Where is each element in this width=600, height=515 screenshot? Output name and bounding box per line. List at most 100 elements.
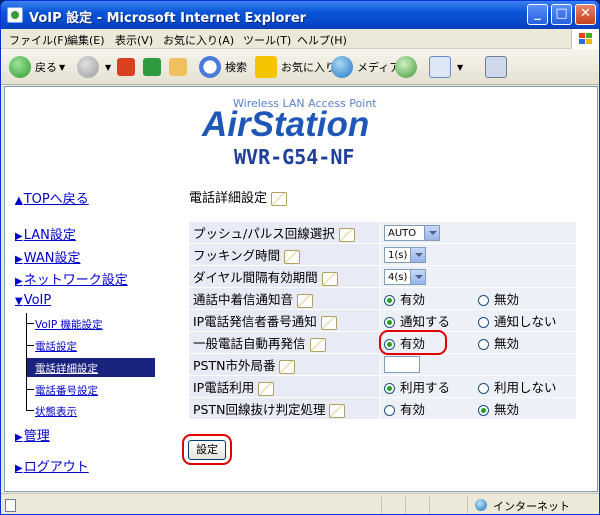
menu-file[interactable]: ファイル(F) xyxy=(9,32,68,48)
radio-button[interactable] xyxy=(384,405,395,416)
radio-option[interactable]: 無効 xyxy=(478,333,572,352)
row-label-text: ダイヤル間隔有効期間 xyxy=(193,270,318,285)
radio-option[interactable]: 有効 xyxy=(384,399,478,418)
close-button[interactable]: ✕ xyxy=(575,4,596,25)
help-icon[interactable] xyxy=(297,293,314,308)
subnav-item-phone-detail[interactable]: 電話詳細設定 xyxy=(27,358,155,377)
search-button[interactable]: 検索 xyxy=(199,53,247,81)
favorites-label: お気に入り xyxy=(281,61,336,74)
radio-button[interactable] xyxy=(478,383,489,394)
radio-option[interactable]: 通知する xyxy=(384,311,478,330)
menu-edit[interactable]: 編集(E) xyxy=(67,32,105,48)
nav-wan[interactable]: ▶WAN設定 xyxy=(15,247,80,266)
star-icon xyxy=(255,56,277,78)
help-icon[interactable] xyxy=(258,381,275,396)
row-label-text: IP電話発信者番号通知 xyxy=(193,314,317,329)
subnav-item-phone[interactable]: 電話設定 xyxy=(27,337,155,355)
favorites-button[interactable]: お気に入り xyxy=(255,53,336,81)
radio-button[interactable] xyxy=(384,383,395,394)
chevron-down-icon xyxy=(410,270,425,285)
row-label-text: IP電話利用 xyxy=(193,380,255,395)
media-label: メディア xyxy=(357,61,401,74)
area-code-input[interactable] xyxy=(384,356,420,373)
page-title-text: 電話詳細設定 xyxy=(189,191,268,206)
help-icon[interactable] xyxy=(271,191,288,206)
radio-option[interactable]: 利用しない xyxy=(478,380,557,395)
radio-label: 無効 xyxy=(494,336,520,351)
radio-option[interactable]: 有効 xyxy=(384,289,478,308)
nav-logout[interactable]: ▶ログアウト xyxy=(15,456,89,475)
dial-type-select[interactable]: AUTO xyxy=(384,225,440,242)
minimize-button[interactable]: _ xyxy=(527,4,548,25)
table-row: PSTN市外局番 xyxy=(189,354,576,375)
subnav-item-label: VoIP 機能設定 xyxy=(35,319,103,331)
radio-button[interactable] xyxy=(384,295,395,306)
radio-option[interactable]: 無効 xyxy=(478,399,572,418)
model-name: WVR-G54-NF xyxy=(234,145,355,169)
nav-top[interactable]: ▲TOPへ戻る xyxy=(15,188,89,207)
radio-button[interactable] xyxy=(478,295,489,306)
mail-dropdown-icon[interactable]: ▼ xyxy=(457,63,463,72)
page-icon xyxy=(5,499,16,512)
table-row: プッシュ/パルス回線選択 AUTO xyxy=(189,222,576,243)
radio-label: 有効 xyxy=(400,292,426,307)
nav-admin[interactable]: ▶管理 xyxy=(15,425,50,444)
stop-button[interactable] xyxy=(117,53,139,81)
help-icon[interactable] xyxy=(329,403,346,418)
back-dropdown-icon[interactable]: ▼ xyxy=(59,63,65,72)
row-value: 利用する 利用しない xyxy=(380,376,576,397)
radio-option[interactable]: 無効 xyxy=(478,289,572,308)
radio-label: 通知する xyxy=(400,314,451,329)
menu-view[interactable]: 表示(V) xyxy=(115,32,153,48)
history-button[interactable] xyxy=(395,53,421,81)
menu-favorites[interactable]: お気に入り(A) xyxy=(163,32,234,48)
dial-interval-select[interactable]: 4(s) xyxy=(384,269,426,286)
radio-button[interactable] xyxy=(478,317,489,328)
highlight-marker xyxy=(182,434,232,465)
radio-label: 無効 xyxy=(494,402,520,417)
radio-button[interactable] xyxy=(384,317,395,328)
maximize-button[interactable]: □ xyxy=(551,4,572,25)
print-button[interactable] xyxy=(485,53,511,81)
radio-label: 有効 xyxy=(400,402,426,417)
mail-button[interactable]: ▼ xyxy=(429,53,463,81)
subnav-item-status[interactable]: 状態表示 xyxy=(27,402,155,420)
help-icon[interactable] xyxy=(321,271,338,286)
back-arrow-icon xyxy=(9,56,31,78)
menu-tools[interactable]: ツール(T) xyxy=(243,32,291,48)
home-button[interactable] xyxy=(169,53,191,81)
row-label: IP電話発信者番号通知 xyxy=(189,310,379,331)
help-icon[interactable] xyxy=(279,359,296,374)
back-button[interactable]: 戻る ▼ xyxy=(9,53,65,81)
row-label: PSTN市外局番 xyxy=(189,354,379,375)
refresh-button[interactable] xyxy=(143,53,165,81)
row-label: 一般電話自動再発信 xyxy=(189,332,379,353)
nav-voip[interactable]: ▼VoIP xyxy=(15,293,51,308)
search-label: 検索 xyxy=(225,61,247,74)
help-icon[interactable] xyxy=(309,337,326,352)
select-value: 1(s) xyxy=(388,249,408,261)
subnav-item-phone-number[interactable]: 電話番号設定 xyxy=(27,381,155,399)
media-button[interactable]: メディア xyxy=(331,53,400,81)
radio-button[interactable] xyxy=(478,339,489,350)
nav-lan[interactable]: ▶LAN設定 xyxy=(15,224,76,243)
help-icon[interactable] xyxy=(284,249,301,264)
forward-button[interactable]: ▼ xyxy=(77,53,111,81)
help-icon[interactable] xyxy=(338,227,355,242)
radio-option[interactable]: 通知しない xyxy=(478,314,557,329)
status-divider xyxy=(405,497,406,513)
radio-button[interactable] xyxy=(478,405,489,416)
row-label-text: 一般電話自動再発信 xyxy=(193,336,306,351)
menu-help[interactable]: ヘルプ(H) xyxy=(297,32,347,48)
row-label: 通話中着信通知音 xyxy=(189,288,379,309)
help-icon[interactable] xyxy=(320,315,337,330)
subnav-item-voip-function[interactable]: VoIP 機能設定 xyxy=(27,315,155,333)
nav-network[interactable]: ▶ネットワーク設定 xyxy=(15,269,128,288)
hooking-time-select[interactable]: 1(s) xyxy=(384,247,426,264)
forward-dropdown-icon[interactable]: ▼ xyxy=(105,63,111,72)
chevron-down-icon xyxy=(424,226,439,241)
table-row: 通話中着信通知音 有効 無効 xyxy=(189,288,576,309)
search-icon xyxy=(199,56,221,78)
triangle-up-icon: ▲ xyxy=(15,195,23,206)
radio-option[interactable]: 利用する xyxy=(384,377,478,396)
